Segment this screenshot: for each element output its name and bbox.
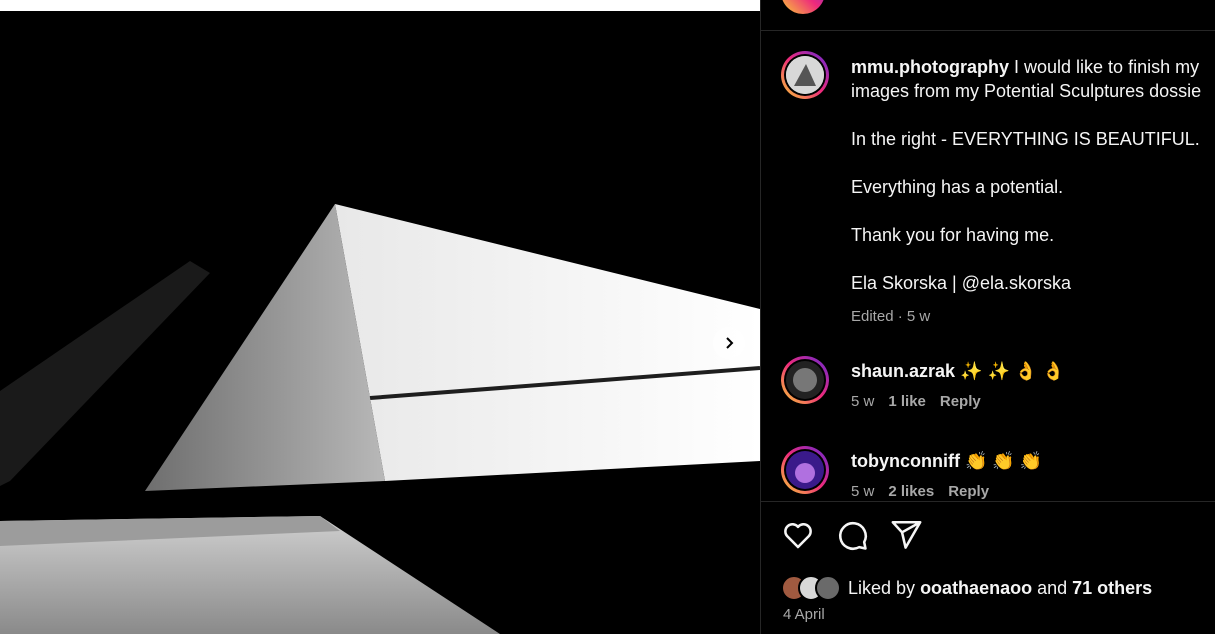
caption-line-5: Thank you for having me. xyxy=(851,225,1055,245)
likes-others[interactable]: 71 others xyxy=(1072,578,1152,598)
heart-icon xyxy=(784,523,812,549)
comment-age: 5 w xyxy=(851,393,875,410)
liker-username[interactable]: ooathaenaoo xyxy=(920,578,1032,598)
comment-item: tobynconniff 👏 👏 👏 5 w 2 likes Reply xyxy=(851,449,1211,500)
post-caption: mmu.photography I would like to finish m… xyxy=(851,55,1215,329)
comment-age: 5 w xyxy=(851,483,875,500)
reply-button[interactable]: Reply xyxy=(948,483,989,500)
reply-button[interactable]: Reply xyxy=(940,393,981,410)
caption-line-4: Everything has a potential. xyxy=(851,177,1064,197)
caption-line-6: Ela Skorska | @ela.skorska xyxy=(851,273,1072,293)
commenter-avatar[interactable] xyxy=(781,446,829,494)
edited-meta: Edited · 5 w xyxy=(851,308,931,325)
likes-prefix: Liked by xyxy=(848,577,916,598)
post-side-panel: mmu.photography I would like to finish m… xyxy=(761,0,1215,634)
comment-username[interactable]: tobynconniff xyxy=(851,451,960,471)
comment-button[interactable] xyxy=(835,518,869,552)
comment-likes[interactable]: 2 likes xyxy=(888,483,934,500)
likes-summary: Liked by ooathaenaoo and 71 others xyxy=(781,575,1152,601)
caption-line-2: images from my Potential Sculptures doss… xyxy=(851,81,1202,101)
commenter-avatar[interactable] xyxy=(781,356,829,404)
comment-likes[interactable]: 1 like xyxy=(888,393,926,410)
actions-divider xyxy=(761,501,1215,502)
comment-item: shaun.azrak ✨ ✨ 👌 👌 5 w 1 like Reply xyxy=(851,359,1211,410)
top-white-bar xyxy=(0,0,760,11)
post-actions xyxy=(781,518,923,556)
comment-username[interactable]: shaun.azrak xyxy=(851,361,955,381)
author-username[interactable]: mmu.photography xyxy=(851,57,1009,77)
chevron-right-icon xyxy=(726,337,734,349)
post-photo[interactable] xyxy=(0,11,760,634)
caption-line-1: I would like to finish my xyxy=(1014,57,1200,77)
header-divider xyxy=(761,30,1215,31)
photo-graphic xyxy=(0,11,760,634)
share-button[interactable] xyxy=(889,518,923,552)
comment-text: 👏 👏 👏 xyxy=(965,451,1043,471)
comment-icon xyxy=(838,521,867,550)
caption-line-3: In the right - EVERYTHING IS BEAUTIFUL. xyxy=(851,129,1200,149)
liker-avatar[interactable] xyxy=(815,575,841,601)
author-avatar[interactable] xyxy=(781,51,829,99)
like-button[interactable] xyxy=(781,518,815,552)
next-image-button[interactable] xyxy=(713,327,745,359)
header-avatar[interactable] xyxy=(781,0,825,14)
likes-and: and xyxy=(1037,577,1068,598)
comment-text: ✨ ✨ 👌 👌 xyxy=(960,361,1065,381)
share-icon xyxy=(891,520,922,549)
post-date[interactable]: 4 April xyxy=(783,606,825,623)
